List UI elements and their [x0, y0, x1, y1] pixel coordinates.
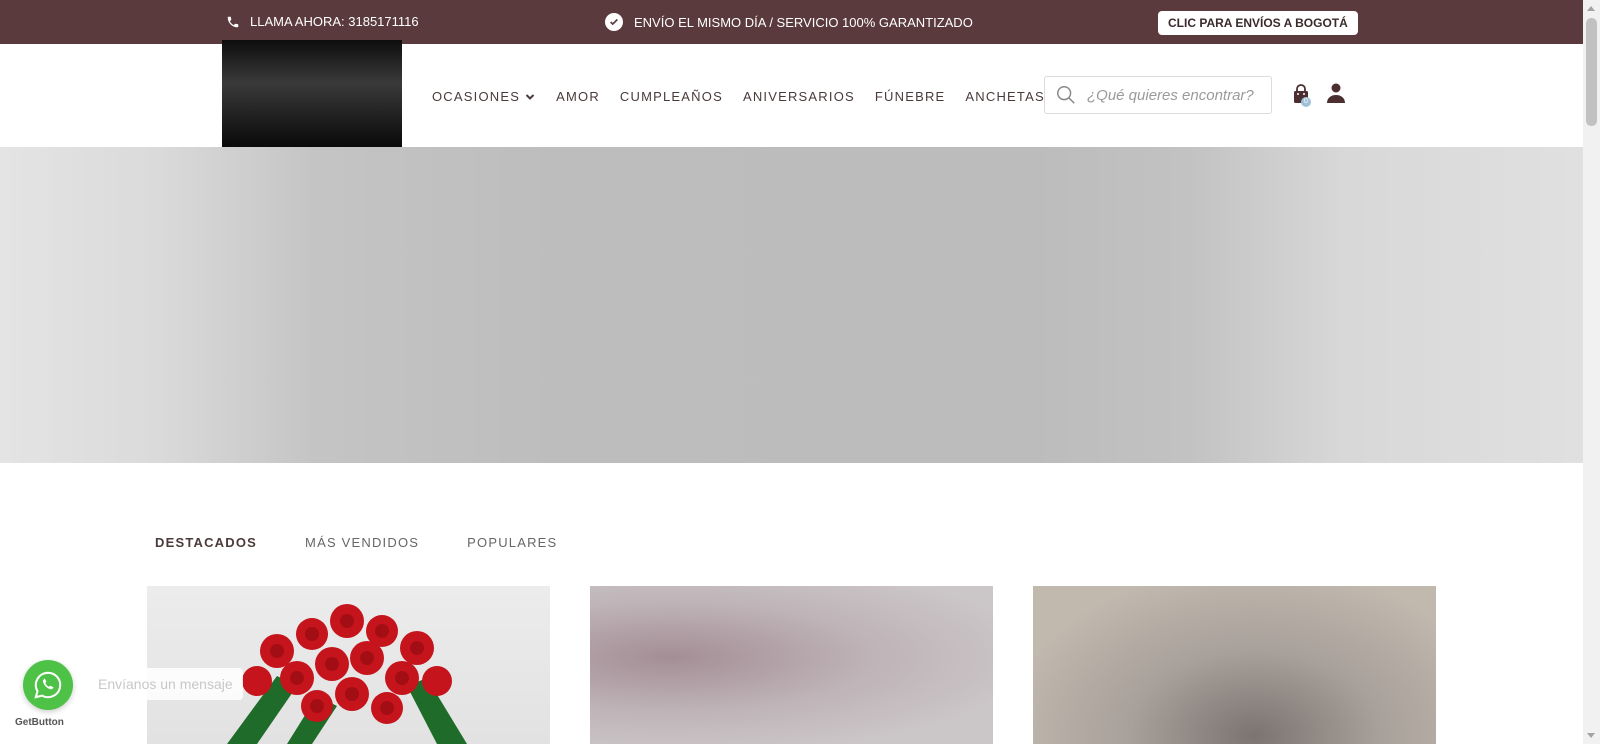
- search-icon[interactable]: [1055, 84, 1077, 106]
- search-input[interactable]: [1085, 85, 1269, 105]
- product-card[interactable]: [147, 586, 550, 744]
- scrollbar-thumb[interactable]: [1586, 18, 1597, 126]
- nav-item-ocasiones[interactable]: OCASIONES: [432, 89, 536, 104]
- bogota-shipping-button[interactable]: CLIC PARA ENVÍOS A BOGOTÁ: [1158, 11, 1358, 35]
- promo-text: ENVÍO EL MISMO DÍA / SERVICIO 100% GARAN…: [634, 14, 973, 30]
- main-nav: OCASIONES AMOR CUMPLEAÑOS ANIVERSARIOS F…: [432, 89, 1065, 104]
- tab-destacados[interactable]: DESTACADOS: [155, 535, 257, 550]
- product-card[interactable]: [1033, 586, 1436, 744]
- scrollbar[interactable]: [1583, 0, 1600, 744]
- rose-bouquet-image: [227, 604, 467, 744]
- hero-banner[interactable]: [0, 147, 1583, 463]
- product-card[interactable]: [590, 586, 993, 744]
- shipping-promo: ENVÍO EL MISMO DÍA / SERVICIO 100% GARAN…: [605, 13, 973, 31]
- scroll-down-arrow-icon[interactable]: [1587, 733, 1595, 738]
- phone-text: LLAMA AHORA: 3185171116: [250, 14, 419, 29]
- check-icon: [605, 13, 623, 31]
- phone-icon: [227, 16, 239, 27]
- top-bar: LLAMA AHORA: 3185171116 ENVÍO EL MISMO D…: [0, 0, 1583, 44]
- chevron-down-icon: [525, 93, 535, 100]
- whatsapp-button[interactable]: [23, 660, 73, 710]
- search-box: [1044, 76, 1272, 114]
- whatsapp-icon: [34, 671, 62, 699]
- account-button[interactable]: [1327, 83, 1345, 108]
- product-tabs: DESTACADOS MÁS VENDIDOS POPULARES: [155, 535, 605, 550]
- getbutton-label: GetButton: [15, 717, 64, 728]
- phone-contact[interactable]: LLAMA AHORA: 3185171116: [226, 14, 419, 29]
- cart-count-badge: 0: [1301, 97, 1311, 107]
- cart-button[interactable]: 0: [1292, 84, 1312, 107]
- tab-populares[interactable]: POPULARES: [467, 535, 557, 550]
- getbutton-brand[interactable]: GetButton: [15, 717, 64, 728]
- nav-item-aniversarios[interactable]: ANIVERSARIOS: [743, 89, 855, 104]
- tab-mas-vendidos[interactable]: MÁS VENDIDOS: [305, 535, 419, 550]
- whatsapp-message-bubble[interactable]: Envíanos un mensaje: [88, 668, 243, 700]
- nav-item-label: OCASIONES: [432, 89, 521, 104]
- nav-item-cumpleanos[interactable]: CUMPLEAÑOS: [620, 89, 723, 104]
- nav-item-funebre[interactable]: FÚNEBRE: [875, 89, 946, 104]
- nav-item-amor[interactable]: AMOR: [556, 89, 600, 104]
- site-header: OCASIONES AMOR CUMPLEAÑOS ANIVERSARIOS F…: [0, 40, 1583, 147]
- scroll-up-arrow-icon[interactable]: [1587, 6, 1595, 11]
- user-icon: [1327, 83, 1345, 103]
- site-logo[interactable]: [222, 40, 402, 147]
- nav-item-anchetas[interactable]: ANCHETAS: [965, 89, 1044, 104]
